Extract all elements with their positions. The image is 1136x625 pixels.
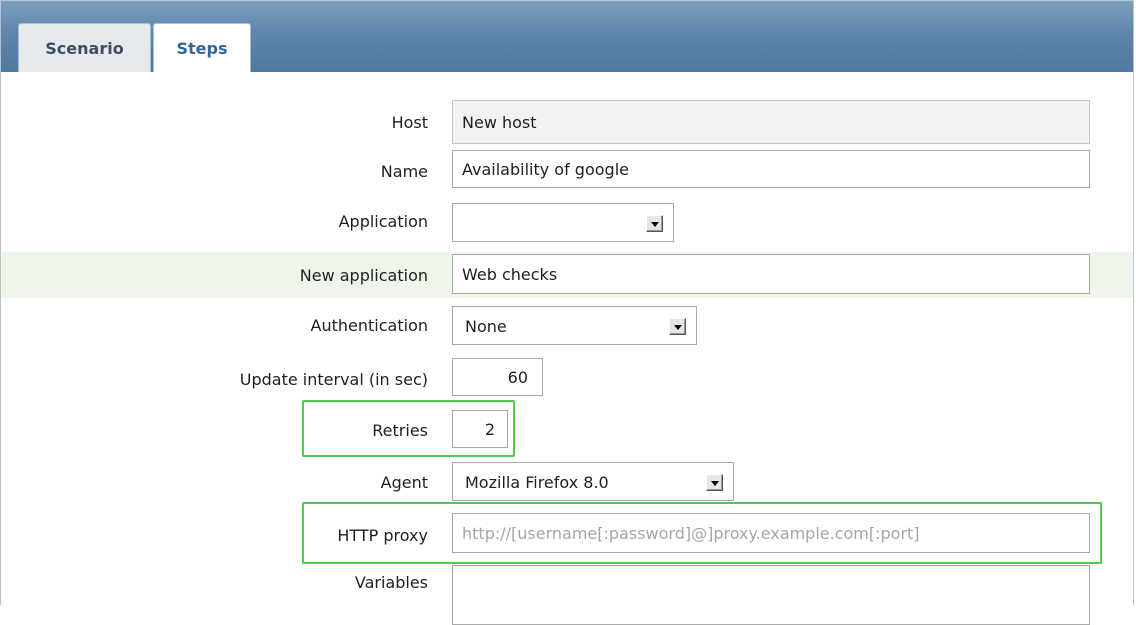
authentication-select[interactable]: None [452,306,697,345]
dropdown-arrow-icon[interactable] [646,215,663,232]
name-label: Name [380,162,428,181]
new-application-row: New application [1,252,1133,298]
authentication-row: Authentication None [1,306,1133,346]
update-interval-label: Update interval (in sec) [239,370,428,389]
retries-row: Retries [1,410,1133,450]
host-field[interactable] [452,100,1090,144]
retries-label: Retries [372,421,428,440]
new-application-label: New application [299,266,428,285]
host-row: Host [1,100,1133,145]
http-proxy-row: HTTP proxy [1,513,1133,555]
application-row: Application [1,203,1133,243]
variables-field[interactable] [452,565,1090,625]
agent-label: Agent [380,473,428,492]
application-select[interactable] [452,203,674,242]
http-proxy-field[interactable] [452,513,1090,553]
host-label: Host [391,113,428,132]
variables-row: Variables [1,565,1133,625]
agent-select[interactable]: Mozilla Firefox 8.0 [452,462,734,501]
tab-bar: Scenario Steps [1,1,1133,72]
tab-steps[interactable]: Steps [153,23,251,72]
authentication-label: Authentication [310,316,428,335]
application-label: Application [338,212,428,231]
tab-scenario[interactable]: Scenario [18,23,151,72]
name-field[interactable] [452,150,1090,188]
http-proxy-label: HTTP proxy [337,526,428,545]
new-application-field[interactable] [452,254,1090,294]
variables-label: Variables [354,573,428,592]
name-row: Name [1,150,1133,190]
update-interval-field[interactable] [452,358,543,396]
retries-field[interactable] [452,410,508,448]
dropdown-arrow-icon[interactable] [706,474,723,491]
authentication-select-value: None [465,317,507,336]
agent-select-value: Mozilla Firefox 8.0 [465,473,609,492]
dropdown-arrow-icon[interactable] [669,318,686,335]
agent-row: Agent Mozilla Firefox 8.0 [1,462,1133,502]
update-interval-row: Update interval (in sec) [1,358,1133,398]
